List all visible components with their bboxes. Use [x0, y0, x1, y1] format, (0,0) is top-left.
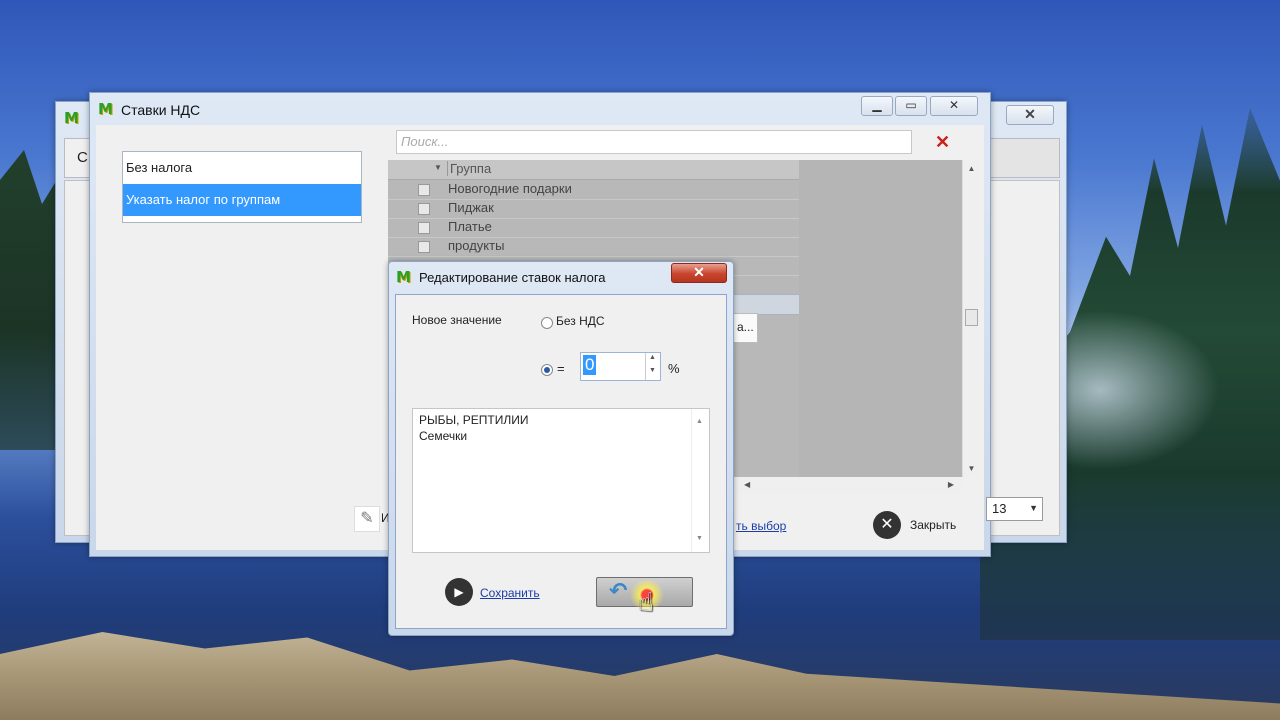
group-column-right-area	[799, 160, 962, 477]
spinner-buttons[interactable]: ▲ ▼	[645, 353, 660, 380]
tax-mode-list[interactable]: Без налога Указать налог по группам	[122, 151, 362, 223]
table-row[interactable]: Новогодние подарки	[388, 180, 799, 200]
sort-arrow-icon[interactable]: ▼	[434, 163, 442, 172]
clear-search-icon[interactable]: ✕	[935, 132, 950, 153]
edit-button[interactable]: ✎ И	[348, 503, 390, 533]
row-checkbox[interactable]	[418, 241, 430, 253]
close-button[interactable]: ✕ Закрыть	[873, 511, 973, 541]
row-checkbox[interactable]	[418, 203, 430, 215]
chevron-down-icon[interactable]: ▼	[1029, 503, 1038, 513]
close-button-label: Закрыть	[910, 518, 957, 532]
new-value-label: Новое значение	[412, 313, 502, 327]
list-item: Семечки	[419, 429, 468, 443]
mouse-cursor: ☝	[628, 580, 668, 630]
group-name: Пиджак	[448, 200, 494, 215]
dialog-body: Новое значение Без НДС = 0 ▲ ▼ % РЫБЫ, Р…	[395, 294, 727, 629]
table-row[interactable]: Платье	[388, 218, 799, 238]
no-vat-radio[interactable]	[541, 317, 553, 329]
memo-scrollbar[interactable]: ▲ ▼	[691, 409, 709, 552]
tax-mode-by-groups[interactable]: Указать налог по группам	[123, 184, 361, 216]
scroll-up-icon[interactable]: ▲	[963, 164, 980, 173]
reset-selection-link[interactable]: ть выбор	[736, 519, 786, 533]
save-button[interactable]: ▶ Сохранить	[445, 578, 555, 606]
play-icon: ▶	[445, 578, 473, 606]
table-row[interactable]: продукты	[388, 237, 799, 257]
scroll-up-icon[interactable]: ▲	[696, 414, 703, 430]
grid-header: ▼ Группа	[388, 160, 799, 180]
spin-down-icon[interactable]: ▼	[649, 367, 656, 374]
background-window-right-panel	[986, 138, 1060, 178]
equals-radio[interactable]	[541, 364, 553, 376]
group-name: Новогодние подарки	[448, 181, 572, 196]
table-row[interactable]: Пиджак	[388, 199, 799, 219]
column-header-group[interactable]: Группа	[447, 161, 491, 176]
percent-label: %	[668, 361, 680, 376]
undo-arrow-icon: ↶	[609, 579, 628, 604]
group-name: Платье	[448, 219, 492, 234]
grid-action-button-label: а...	[737, 320, 754, 334]
tax-mode-no-tax[interactable]: Без налога	[123, 152, 361, 184]
hand-cursor-icon: ☝	[638, 588, 654, 618]
row-checkbox[interactable]	[418, 184, 430, 196]
rate-combo-value: 13	[992, 501, 1007, 516]
scroll-down-icon[interactable]: ▼	[963, 464, 980, 473]
spin-up-icon[interactable]: ▲	[649, 354, 656, 361]
equals-label: =	[557, 361, 565, 376]
scroll-down-icon[interactable]: ▼	[696, 531, 703, 547]
app-logo-icon: M	[396, 268, 411, 286]
scroll-thumb[interactable]	[965, 309, 978, 326]
grid-vertical-scrollbar[interactable]: ▲ ▼	[962, 160, 980, 477]
no-vat-label[interactable]: Без НДС	[556, 314, 605, 328]
scroll-left-icon[interactable]: ◀	[744, 480, 750, 489]
app-logo-icon: M	[64, 109, 79, 127]
rate-value[interactable]: 0	[583, 355, 597, 375]
background-window-tab-label: С	[77, 149, 88, 166]
window-title: Ставки НДС	[121, 102, 201, 118]
app-logo-icon: M	[98, 100, 113, 118]
maximize-button[interactable]: ▭	[895, 96, 927, 116]
pencil-icon: ✎	[354, 506, 380, 532]
save-button-label: Сохранить	[480, 586, 540, 600]
grid-horizontal-scrollbar[interactable]: ◀ ▶	[736, 477, 962, 494]
edit-rates-dialog: M Редактирование ставок налога ✕ Новое з…	[388, 261, 734, 636]
rate-combo[interactable]: 13 ▼	[986, 497, 1043, 521]
selected-groups-list[interactable]: РЫБЫ, РЕПТИЛИИ Семечки ▲ ▼	[412, 408, 710, 553]
group-name: продукты	[448, 238, 505, 253]
background-window-close-button[interactable]: ✕	[1006, 105, 1054, 125]
list-item: РЫБЫ, РЕПТИЛИИ	[419, 413, 529, 427]
row-checkbox[interactable]	[418, 222, 430, 234]
rate-spinner[interactable]: 0 ▲ ▼	[580, 352, 661, 381]
close-window-button[interactable]: ✕	[930, 96, 978, 116]
minimize-button[interactable]: ▁	[861, 96, 893, 116]
dialog-title: Редактирование ставок налога	[419, 270, 606, 285]
dialog-close-button[interactable]: ✕	[671, 263, 727, 283]
search-input[interactable]: Поиск...	[396, 130, 912, 154]
scroll-right-icon[interactable]: ▶	[948, 480, 954, 489]
close-icon: ✕	[873, 511, 901, 539]
